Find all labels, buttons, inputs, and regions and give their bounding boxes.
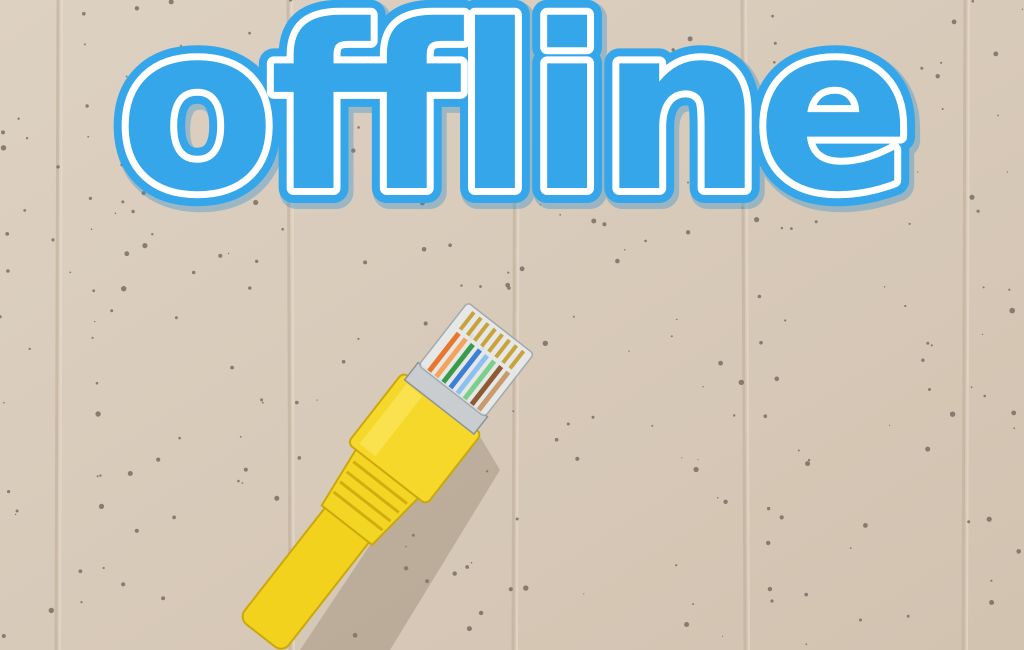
offline-scene: offline offline offline offline: [0, 0, 1024, 650]
headline-text: offline: [119, 0, 905, 220]
offline-headline: offline offline offline offline: [104, 0, 931, 220]
